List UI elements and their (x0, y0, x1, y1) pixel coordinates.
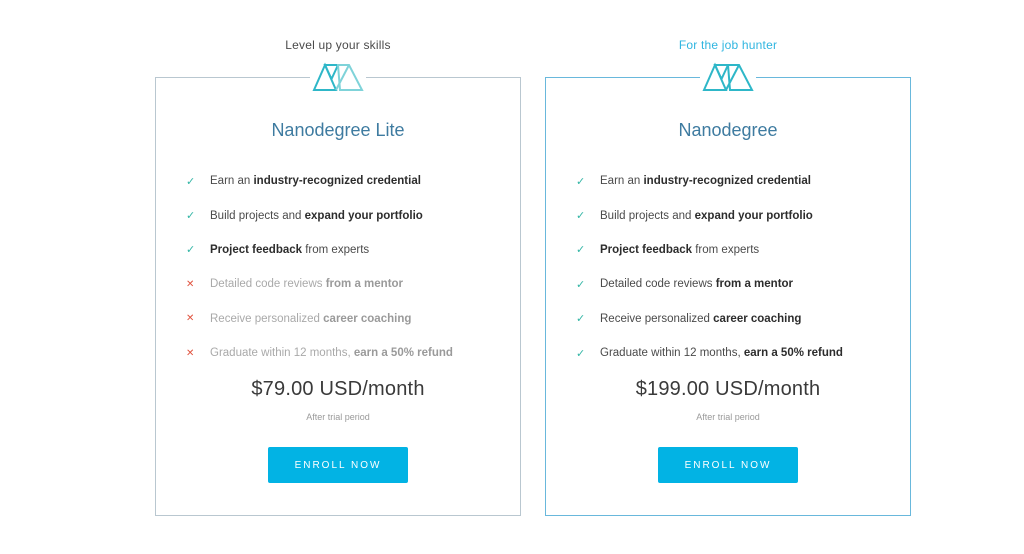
feature-text: Detailed code reviews from a mentor (600, 278, 794, 291)
cross-icon: ✕ (186, 278, 195, 290)
plan-tagline: Level up your skills (285, 38, 391, 52)
feature-item: ✓ Receive personalized career coaching (576, 302, 843, 336)
plan-title: Nanodegree Lite (271, 120, 405, 140)
feature-item: ✓ Graduate within 12 months, earn a 50% … (576, 336, 843, 370)
check-icon: ✓ (576, 313, 586, 326)
nanodegree-logo-icon (310, 60, 366, 92)
check-icon: ✓ (576, 278, 586, 291)
feature-text: Project feedback from experts (600, 243, 760, 256)
feature-item: ✕ Detailed code reviews from a mentor (186, 267, 453, 301)
feature-item: ✕ Receive personalized career coaching (186, 302, 453, 336)
feature-item: ✓ Project feedback from experts (576, 233, 843, 267)
feature-text: Detailed code reviews from a mentor (210, 278, 404, 291)
plan-title: Nanodegree (678, 120, 778, 140)
feature-item: ✓ Project feedback from experts (186, 233, 453, 267)
feature-text: Receive personalized career coaching (600, 312, 802, 325)
check-icon: ✓ (186, 244, 196, 257)
feature-item: ✓ Build projects and expand your portfol… (186, 198, 453, 232)
price-note: After trial period (306, 412, 370, 422)
price-note: After trial period (696, 412, 760, 422)
nanodegree-logo-icon (700, 60, 756, 92)
feature-item: ✓ Earn an industry-recognized credential (576, 164, 843, 198)
check-icon: ✓ (576, 244, 586, 257)
cross-icon: ✕ (186, 347, 195, 359)
feature-text: Graduate within 12 months, earn a 50% re… (210, 347, 453, 360)
feature-item: ✓ Build projects and expand your portfol… (576, 198, 843, 232)
check-icon: ✓ (576, 210, 586, 223)
check-icon: ✓ (186, 210, 196, 223)
feature-text: Project feedback from experts (210, 243, 370, 256)
feature-text: Receive personalized career coaching (210, 312, 412, 325)
check-icon: ✓ (576, 347, 586, 360)
cross-icon: ✕ (186, 313, 195, 325)
plan-card: Nanodegree Lite ✓ Earn an industry-recog… (155, 77, 521, 516)
plan-card: Nanodegree ✓ Earn an industry-recognized… (545, 77, 911, 516)
feature-list: ✓ Earn an industry-recognized credential… (186, 164, 453, 370)
plan-price: $199.00 USD/month (635, 378, 821, 400)
feature-list: ✓ Earn an industry-recognized credential… (576, 164, 843, 370)
plan-price: $79.00 USD/month (251, 378, 425, 400)
feature-text: Build projects and expand your portfolio (210, 209, 423, 222)
check-icon: ✓ (186, 175, 196, 188)
check-icon: ✓ (576, 175, 586, 188)
feature-item: ✓ Earn an industry-recognized credential (186, 164, 453, 198)
feature-text: Graduate within 12 months, earn a 50% re… (600, 347, 843, 360)
plan-tagline: For the job hunter (678, 38, 778, 52)
feature-item: ✕ Graduate within 12 months, earn a 50% … (186, 336, 453, 370)
feature-text: Build projects and expand your portfolio (600, 209, 813, 222)
enroll-now-button[interactable]: ENROLL NOW (268, 447, 408, 483)
enroll-now-button[interactable]: ENROLL NOW (658, 447, 798, 483)
feature-text: Earn an industry-recognized credential (210, 175, 421, 188)
feature-item: ✓ Detailed code reviews from a mentor (576, 267, 843, 301)
feature-text: Earn an industry-recognized credential (600, 175, 811, 188)
